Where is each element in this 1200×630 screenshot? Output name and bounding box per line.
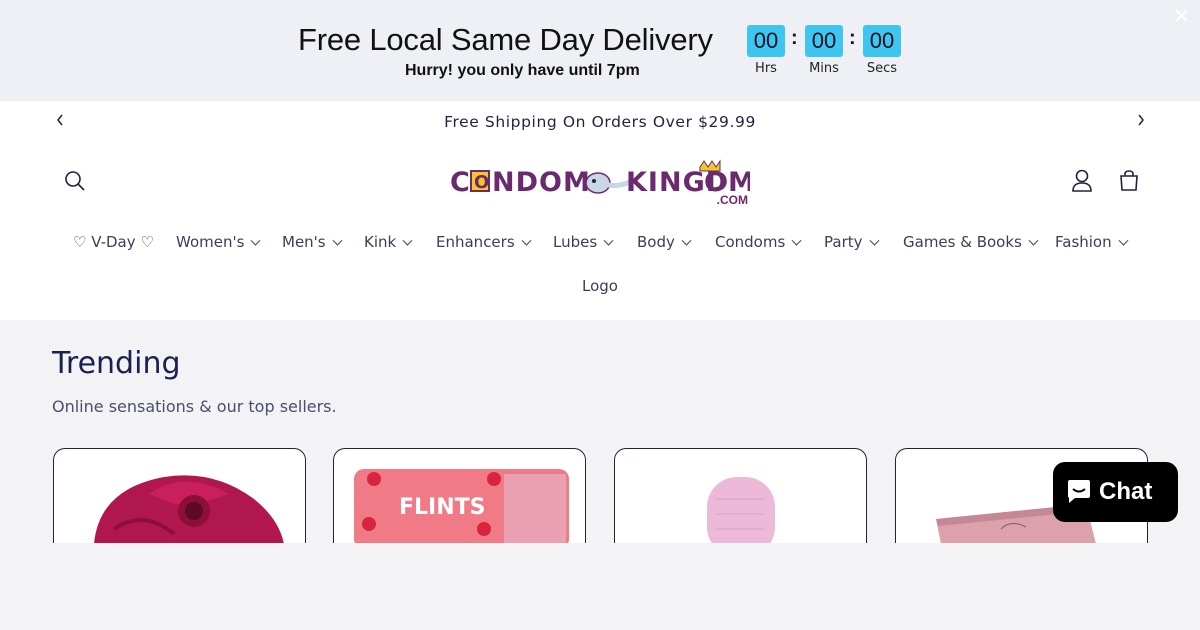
countdown-colon: :	[791, 27, 798, 49]
chevron-down-icon	[1118, 235, 1129, 246]
flintts-mints-tin-image: FLINTS	[354, 469, 569, 543]
nav-item-condoms[interactable]: Condoms	[715, 233, 802, 251]
countdown-minutes-label: Mins	[809, 61, 839, 76]
chevron-right-icon[interactable]	[1136, 113, 1146, 132]
chat-bubble-icon	[1068, 480, 1090, 503]
countdown-colon: :	[849, 27, 856, 49]
chevron-down-icon	[791, 235, 802, 246]
nav-item-lubes[interactable]: Lubes	[553, 233, 614, 251]
rose-toy-image	[94, 475, 284, 543]
nav-item-label: Kink	[364, 233, 397, 251]
nav-item-label: ♡ V-Day ♡	[73, 233, 154, 251]
nav-item-label: Party	[824, 233, 863, 251]
promo-title: Free Local Same Day Delivery	[298, 22, 713, 57]
svg-text:O: O	[474, 172, 489, 193]
promo-bar: Free Local Same Day Delivery Hurry! you …	[0, 0, 1200, 101]
chevron-down-icon	[1028, 235, 1039, 246]
logo-suffix: .COM	[716, 193, 748, 207]
site-logo[interactable]: C O NDOM KINGD OM .COM	[450, 159, 755, 207]
nav-item-games-books[interactable]: Games & Books	[903, 233, 1039, 251]
countdown-hours-label: Hrs	[755, 61, 777, 76]
nav-item-label: Men's	[282, 233, 326, 251]
nav-item-label: Condoms	[715, 233, 786, 251]
search-icon[interactable]	[64, 170, 86, 197]
nav-item-label: Games & Books	[903, 233, 1022, 251]
product-card[interactable]: FLINTS	[333, 448, 586, 543]
nav-item-fashion[interactable]: Fashion	[1055, 233, 1129, 251]
chat-button[interactable]: Chat	[1053, 462, 1178, 522]
product-card[interactable]	[614, 448, 867, 543]
nav-item-logo[interactable]: Logo	[0, 277, 1200, 295]
nav-item-mens[interactable]: Men's	[282, 233, 343, 251]
chevron-down-icon	[681, 235, 692, 246]
svg-text:NDOM: NDOM	[492, 167, 591, 198]
chat-label: Chat	[1099, 478, 1153, 505]
chevron-down-icon	[869, 235, 879, 246]
pink-wand-image	[707, 477, 775, 543]
chevron-down-icon	[603, 235, 614, 246]
chevron-down-icon	[402, 235, 413, 246]
nav-item-label: Fashion	[1055, 233, 1112, 251]
svg-text:C: C	[450, 167, 471, 198]
nav-item-vday[interactable]: ♡ V-Day ♡	[73, 233, 154, 251]
promo-subtitle: Hurry! you only have until 7pm	[405, 62, 640, 79]
announcement-text: Free Shipping On Orders Over $29.99	[444, 113, 756, 131]
page-fade-region	[0, 543, 1200, 630]
section-title: Trending	[52, 346, 181, 381]
countdown-seconds-label: Secs	[866, 61, 898, 76]
chevron-down-icon	[521, 235, 532, 246]
nav-item-label: Body	[637, 233, 675, 251]
nav-item-enhancers[interactable]: Enhancers	[436, 233, 532, 251]
product-card[interactable]	[53, 448, 306, 543]
nav-item-womens[interactable]: Women's	[176, 233, 261, 251]
nav-item-label: Lubes	[553, 233, 598, 251]
countdown-minutes: 00	[805, 25, 843, 57]
nav-item-party[interactable]: Party	[824, 233, 879, 251]
chevron-down-icon	[250, 235, 261, 246]
cart-icon[interactable]	[1118, 170, 1140, 197]
main-nav: ♡ V-Day ♡ Women's Men's Kink Enhancers L…	[0, 233, 1200, 257]
announcement-bar: Free Shipping On Orders Over $29.99	[0, 101, 1200, 143]
countdown-hours: 00	[747, 25, 785, 57]
nav-item-kink[interactable]: Kink	[364, 233, 413, 251]
nav-item-body[interactable]: Body	[637, 233, 692, 251]
nav-item-label: Enhancers	[436, 233, 515, 251]
chevron-down-icon	[332, 235, 343, 246]
nav-item-label: Women's	[176, 233, 245, 251]
product-tin-text: FLINTS	[399, 495, 486, 520]
account-icon[interactable]	[1071, 169, 1093, 198]
close-icon[interactable]: ✕	[1173, 4, 1190, 29]
countdown-seconds: 00	[863, 25, 901, 57]
site-header: C O NDOM KINGD OM .COM ♡ V-Day ♡ Women's…	[0, 143, 1200, 320]
section-subtitle: Online sensations & our top sellers.	[52, 397, 337, 416]
